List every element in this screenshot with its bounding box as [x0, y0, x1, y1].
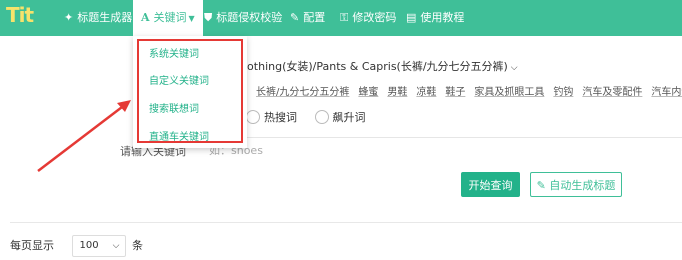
page-size-select[interactable]: 100 ⌵ — [71, 235, 126, 257]
nav-keywords[interactable]: A 关键词 ▼ — [133, 0, 203, 36]
category-path[interactable]: lothing(女装)/Pants & Capris(长裤/九分七分五分裤) ⌵ — [244, 58, 518, 74]
page-size-suffix: 条 — [132, 239, 143, 252]
radio-rising[interactable] — [314, 110, 329, 124]
main-content: lothing(女装)/Pants & Capris(长裤/九分七分五分裤) ⌵… — [0, 36, 682, 260]
key-icon: ⚿ — [340, 11, 349, 24]
logo-text: Tit — [6, 3, 34, 27]
menu-item-through-train-keywords[interactable]: 直通车关键词 — [149, 128, 209, 143]
category-tag[interactable]: 鞋子 — [445, 87, 465, 98]
chevron-down-icon: ⌵ — [507, 63, 518, 73]
nav-keywords-label: 关键词 — [153, 11, 187, 24]
category-tags: 长裤/九分七分五分裤蜂蜜男鞋凉鞋鞋子家具及抓眼工具钓钩汽车及零配件汽车内饰用品 — [256, 83, 682, 98]
radio-rising-label: 飙升词 — [332, 111, 366, 124]
app-logo[interactable]: Tit — [6, 3, 44, 31]
nav-infringement-label: 标题侵权校验 — [216, 11, 283, 24]
nav-title-generator-label: 标题生成器 — [77, 11, 133, 24]
menu-item-custom-keywords[interactable]: 自定义关键词 — [149, 72, 209, 87]
shield-icon: ⛊ — [204, 11, 213, 24]
category-tag[interactable]: 男鞋 — [387, 87, 407, 98]
start-query-button[interactable]: 开始查询 — [461, 172, 520, 197]
font-a-icon: A — [141, 11, 150, 24]
magic-wand-icon: ✦ — [64, 11, 74, 24]
category-tag[interactable]: 长裤/九分七分五分裤 — [256, 87, 349, 98]
keyword-input[interactable] — [203, 137, 682, 163]
page-size-value: 100 — [79, 240, 99, 251]
category-tag[interactable]: 钓钩 — [553, 87, 573, 98]
nav-title-infringement-check[interactable]: ⛊ 标题侵权校验 — [204, 0, 282, 36]
category-path-text: lothing(女装)/Pants & Capris(长裤/九分七分五分裤) — [244, 60, 508, 73]
page-size-prefix: 每页显示 — [10, 239, 54, 252]
category-tag[interactable]: 家具及抓眼工具 — [474, 87, 544, 98]
nav-title-generator[interactable]: ✦ 标题生成器 — [64, 0, 132, 36]
pencil-icon: ✎ — [536, 178, 550, 192]
chevron-down-icon: ⌵ — [112, 241, 120, 251]
radio-hot-search-label: 热搜词 — [264, 111, 297, 124]
nav-tutorial-label: 使用教程 — [420, 11, 465, 24]
page-size-control: 每页显示 100 ⌵ 条 — [10, 235, 143, 257]
wrench-icon: ✎ — [290, 11, 300, 24]
nav-change-password[interactable]: ⚿ 修改密码 — [340, 0, 396, 36]
category-tag[interactable]: 凉鞋 — [416, 87, 436, 98]
caret-down-icon: ▼ — [188, 14, 195, 23]
book-icon: ▤ — [406, 11, 417, 24]
category-tag[interactable]: 汽车及零配件 — [582, 87, 642, 98]
menu-item-search-suggestions[interactable]: 搜索联想词 — [149, 100, 199, 115]
nav-config-label: 配置 — [303, 11, 326, 24]
radio-hot-search[interactable] — [246, 110, 260, 124]
divider — [10, 222, 682, 223]
nav-config[interactable]: ✎ 配置 — [290, 0, 325, 36]
keyword-type-radios: 热搜词 飙升词 — [246, 109, 380, 125]
nav-tutorial[interactable]: ▤ 使用教程 — [406, 0, 464, 36]
menu-item-system-keywords[interactable]: 系统关键词 — [149, 45, 199, 60]
auto-generate-title-button[interactable]: ✎ 自动生成标题 — [530, 172, 622, 197]
category-tag[interactable]: 汽车内饰用品 — [651, 87, 682, 98]
top-nav-bar: Tit ✦ 标题生成器 A 关键词 ▼ ⛊ 标题侵权校验 ✎ 配置 ⚿ 修改密码 ▤ 使用教程 — [0, 0, 682, 36]
category-tag[interactable]: 蜂蜜 — [358, 87, 378, 98]
auto-generate-title-label: 自动生成标题 — [549, 178, 616, 192]
nav-change-password-label: 修改密码 — [352, 11, 397, 24]
